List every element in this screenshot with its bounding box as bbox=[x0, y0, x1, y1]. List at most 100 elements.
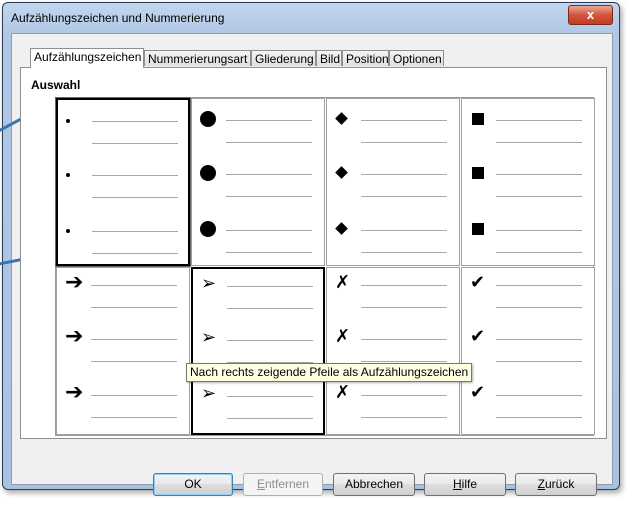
tab-label: Optionen bbox=[393, 52, 442, 66]
preview-line bbox=[92, 143, 178, 144]
large-dot-icon bbox=[200, 165, 216, 181]
preview-line bbox=[92, 175, 178, 176]
help-button[interactable]: Hilfe bbox=[424, 473, 506, 496]
preview-line bbox=[91, 307, 177, 308]
tab-bild[interactable]: Bild bbox=[316, 50, 342, 66]
arrow-right-icon: ➔ bbox=[65, 380, 84, 405]
checkmark-icon: ✔ bbox=[470, 272, 486, 293]
bullet-style-grid: ➔ ➔ ➔ ➢ ➢ ➢ ✗ ✗ ✗ ✔ ✔ ✔ bbox=[55, 97, 595, 436]
bullet-style-checkmark[interactable]: ✔ ✔ ✔ bbox=[461, 267, 595, 435]
bullet-style-diamond[interactable] bbox=[326, 98, 460, 266]
section-label-auswahl: Auswahl bbox=[31, 78, 81, 92]
arrowhead-icon: ➢ bbox=[201, 273, 217, 294]
tab-aufzaehlungszeichen[interactable]: Aufzählungszeichen bbox=[30, 48, 144, 68]
arrow-right-icon: ➔ bbox=[65, 270, 84, 295]
preview-line bbox=[496, 339, 582, 340]
help-button-mnemonic: H bbox=[452, 477, 462, 491]
preview-line bbox=[496, 361, 582, 362]
preview-line bbox=[361, 196, 447, 197]
preview-line bbox=[226, 252, 312, 253]
preview-line bbox=[496, 395, 582, 396]
preview-line bbox=[361, 417, 447, 418]
tab-position[interactable]: Position bbox=[342, 50, 389, 66]
tab-nummerierungsart[interactable]: Nummerierungsart bbox=[144, 50, 251, 66]
back-button-label: urück bbox=[545, 477, 575, 491]
preview-line bbox=[361, 307, 447, 308]
preview-line bbox=[227, 396, 313, 397]
preview-line bbox=[92, 253, 178, 254]
preview-line bbox=[92, 121, 178, 122]
tab-label: Nummerierungsart bbox=[148, 52, 248, 66]
preview-line bbox=[92, 231, 178, 232]
ok-button[interactable]: OK bbox=[153, 473, 233, 496]
large-dot-icon bbox=[200, 221, 216, 237]
diamond-icon bbox=[335, 112, 348, 125]
back-button-mnemonic: Z bbox=[537, 477, 545, 491]
preview-line bbox=[496, 307, 582, 308]
preview-line bbox=[496, 285, 582, 286]
small-dot-icon bbox=[66, 173, 70, 177]
large-dot-icon bbox=[200, 111, 216, 127]
cross-icon: ✗ bbox=[335, 272, 351, 293]
preview-line bbox=[91, 361, 177, 362]
preview-line bbox=[496, 120, 582, 121]
bullet-style-cross[interactable]: ✗ ✗ ✗ bbox=[326, 267, 460, 435]
tab-panel-aufzaehlungszeichen: Auswahl ➔ ➔ ➔ ➢ ➢ ➢ ✗ ✗ ✗ ✔ ✔ ✔ bbox=[20, 67, 607, 439]
close-icon: x bbox=[586, 7, 595, 22]
preview-line bbox=[91, 417, 177, 418]
small-dot-icon bbox=[66, 229, 70, 233]
preview-line bbox=[361, 285, 447, 286]
back-button[interactable]: Zurück bbox=[515, 473, 597, 496]
preview-line bbox=[91, 339, 177, 340]
preview-line bbox=[226, 230, 312, 231]
tab-label: Aufzählungszeichen bbox=[34, 50, 142, 64]
preview-line bbox=[91, 285, 177, 286]
preview-line bbox=[92, 197, 178, 198]
small-dot-icon bbox=[66, 119, 70, 123]
cross-icon: ✗ bbox=[335, 382, 351, 403]
close-button[interactable]: x bbox=[568, 5, 613, 25]
tooltip: Nach rechts zeigende Pfeile als Aufzählu… bbox=[186, 363, 473, 382]
bullet-style-square[interactable] bbox=[461, 98, 595, 266]
tab-gliederung[interactable]: Gliederung bbox=[251, 50, 316, 66]
tab-label: Gliederung bbox=[255, 52, 314, 66]
bullet-style-small-dot[interactable] bbox=[56, 98, 190, 266]
cancel-button[interactable]: Abbrechen bbox=[333, 473, 415, 496]
tab-label: Bild bbox=[320, 52, 341, 66]
preview-line bbox=[361, 230, 447, 231]
help-button-label: ilfe bbox=[461, 477, 477, 491]
preview-line bbox=[361, 339, 447, 340]
preview-line bbox=[361, 174, 447, 175]
preview-line bbox=[361, 395, 447, 396]
preview-line bbox=[227, 308, 313, 309]
tab-optionen[interactable]: Optionen bbox=[389, 50, 444, 66]
preview-line bbox=[227, 418, 313, 419]
preview-line bbox=[91, 395, 177, 396]
diamond-icon bbox=[335, 222, 348, 235]
square-icon bbox=[472, 223, 484, 235]
preview-line bbox=[496, 417, 582, 418]
preview-line bbox=[496, 230, 582, 231]
title-bar[interactable]: Aufzählungszeichen und Nummerierung x bbox=[3, 3, 619, 31]
preview-line bbox=[496, 174, 582, 175]
bullet-style-large-dot[interactable] bbox=[191, 98, 325, 266]
preview-line bbox=[226, 174, 312, 175]
preview-line bbox=[361, 361, 447, 362]
arrow-right-icon: ➔ bbox=[65, 324, 84, 349]
preview-line bbox=[496, 196, 582, 197]
cross-icon: ✗ bbox=[335, 326, 351, 347]
preview-line bbox=[226, 120, 312, 121]
preview-line bbox=[226, 142, 312, 143]
preview-line bbox=[361, 120, 447, 121]
remove-button[interactable]: Entfernen bbox=[243, 473, 323, 496]
preview-line bbox=[496, 142, 582, 143]
ok-button-label: OK bbox=[184, 477, 202, 491]
preview-line bbox=[361, 142, 447, 143]
tooltip-text: Nach rechts zeigende Pfeile als Aufzählu… bbox=[190, 365, 469, 379]
tab-label: Position bbox=[346, 52, 389, 66]
bullet-style-arrowhead[interactable]: ➢ ➢ ➢ bbox=[191, 267, 325, 435]
bullet-style-arrow-right[interactable]: ➔ ➔ ➔ bbox=[56, 267, 190, 435]
diamond-icon bbox=[335, 166, 348, 179]
preview-line bbox=[226, 196, 312, 197]
square-icon bbox=[472, 167, 484, 179]
